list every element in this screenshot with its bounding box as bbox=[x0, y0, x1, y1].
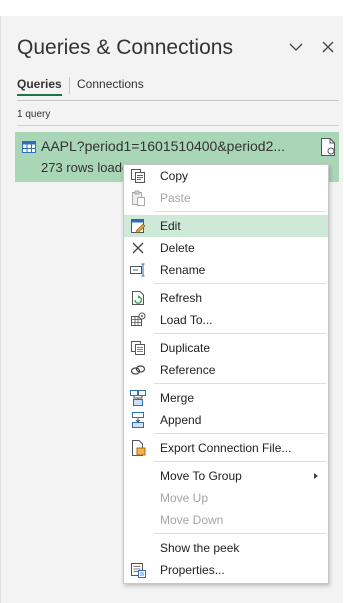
append-icon bbox=[132, 412, 144, 428]
menu-item-move-down[interactable]: Move Down bbox=[124, 509, 328, 531]
reference-icon bbox=[130, 365, 146, 375]
menu-item-reference[interactable]: Reference bbox=[124, 359, 328, 381]
delete-icon bbox=[132, 242, 144, 254]
menu-separator bbox=[154, 383, 326, 384]
menu-item-label: Append bbox=[160, 413, 202, 427]
export-connection-file-icon bbox=[132, 440, 146, 456]
chevron-down-icon[interactable] bbox=[287, 38, 305, 56]
menu-item-paste[interactable]: Paste bbox=[124, 187, 328, 209]
menu-item-label: Rename bbox=[160, 263, 206, 277]
menu-item-label: Delete bbox=[160, 241, 195, 255]
menu-item-label: Move To Group bbox=[160, 469, 242, 483]
menu-item-label: Merge bbox=[160, 391, 195, 405]
table-icon bbox=[22, 141, 36, 153]
menu-item-refresh[interactable]: Refresh bbox=[124, 287, 328, 309]
close-icon[interactable] bbox=[319, 38, 337, 56]
tab-queries[interactable]: Queries bbox=[17, 77, 62, 96]
menu-item-label: Move Down bbox=[160, 513, 224, 527]
menu-separator bbox=[154, 461, 326, 462]
menu-item-load-to[interactable]: Load To... bbox=[124, 309, 328, 331]
menu-item-rename[interactable]: Rename bbox=[124, 259, 328, 281]
query-document-icon[interactable] bbox=[320, 138, 336, 156]
menu-item-delete[interactable]: Delete bbox=[124, 237, 328, 259]
menu-item-edit[interactable]: Edit bbox=[124, 215, 328, 237]
menu-item-label: Reference bbox=[160, 363, 216, 377]
submenu-arrow-icon bbox=[314, 473, 318, 479]
context-menu: Copy Paste Edit Delete Rename Refresh Lo… bbox=[123, 164, 329, 584]
menu-separator bbox=[154, 333, 326, 334]
load-to-icon bbox=[131, 312, 146, 326]
pane-title: Queries & Connections bbox=[17, 36, 233, 59]
paste-icon bbox=[132, 190, 145, 206]
menu-item-label: Duplicate bbox=[160, 341, 211, 355]
menu-item-copy[interactable]: Copy bbox=[124, 165, 328, 187]
rename-icon bbox=[130, 263, 145, 277]
menu-item-label: Refresh bbox=[160, 291, 203, 305]
menu-item-duplicate[interactable]: Duplicate bbox=[124, 337, 328, 359]
menu-item-label: Move Up bbox=[160, 491, 209, 505]
tab-divider bbox=[17, 100, 339, 101]
query-name: AAPL?period1=1601510400&period2... bbox=[41, 138, 286, 154]
menu-item-label: Edit bbox=[160, 219, 181, 233]
copy-icon bbox=[131, 169, 145, 183]
menu-separator bbox=[154, 533, 326, 534]
menu-item-show-the-peek[interactable]: Show the peek bbox=[124, 537, 328, 559]
menu-item-properties[interactable]: Properties... bbox=[124, 559, 328, 581]
menu-item-label: Export Connection File... bbox=[160, 441, 292, 455]
menu-separator bbox=[154, 283, 326, 284]
count-divider bbox=[17, 125, 339, 126]
query-row-count: 273 rows loade bbox=[41, 160, 130, 175]
menu-separator bbox=[154, 211, 326, 212]
tab-connections[interactable]: Connections bbox=[77, 77, 144, 91]
menu-item-move-to-group[interactable]: Move To Group bbox=[124, 465, 328, 487]
menu-item-merge[interactable]: Merge bbox=[124, 387, 328, 409]
menu-item-label: Properties... bbox=[160, 563, 225, 577]
menu-item-move-up[interactable]: Move Up bbox=[124, 487, 328, 509]
menu-item-label: Load To... bbox=[160, 313, 213, 327]
merge-icon bbox=[130, 390, 146, 406]
menu-separator bbox=[154, 433, 326, 434]
refresh-icon bbox=[132, 291, 144, 305]
menu-item-label: Paste bbox=[160, 191, 191, 205]
edit-icon bbox=[131, 219, 146, 234]
menu-item-label: Copy bbox=[160, 169, 189, 183]
menu-item-export-connection-file[interactable]: Export Connection File... bbox=[124, 437, 328, 459]
properties-icon bbox=[131, 563, 146, 578]
query-count: 1 query bbox=[17, 109, 51, 120]
duplicate-icon bbox=[131, 341, 145, 355]
menu-item-append[interactable]: Append bbox=[124, 409, 328, 431]
menu-item-label: Show the peek bbox=[160, 541, 240, 555]
tab-separator bbox=[69, 77, 70, 94]
